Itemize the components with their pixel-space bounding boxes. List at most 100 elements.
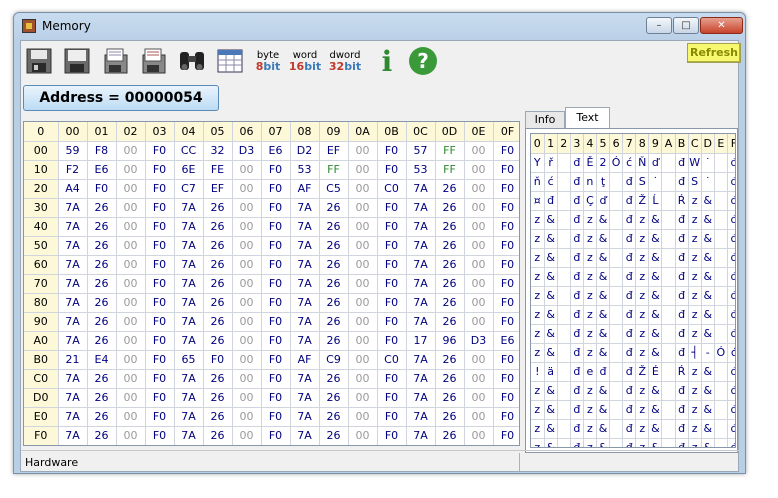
hex-byte-cell[interactable]: 00 xyxy=(464,255,494,275)
hex-byte-cell[interactable]: 7A xyxy=(174,426,204,445)
hex-byte-cell[interactable]: 7A xyxy=(174,236,204,256)
hex-byte-cell[interactable]: F0 xyxy=(145,141,175,161)
hex-byte-cell[interactable]: F0 xyxy=(493,236,519,256)
text-char-cell[interactable]: đ xyxy=(675,229,689,249)
text-char-cell[interactable] xyxy=(609,191,624,211)
text-char-cell[interactable]: ď xyxy=(596,191,611,211)
hex-byte-cell[interactable]: 26 xyxy=(87,426,117,445)
hex-byte-cell[interactable]: F0 xyxy=(377,141,407,161)
text-char-cell[interactable]: đ xyxy=(622,343,637,363)
text-char-cell[interactable] xyxy=(661,324,676,344)
text-char-cell[interactable]: z xyxy=(531,324,545,344)
text-char-cell[interactable]: đ xyxy=(727,229,735,249)
text-char-cell[interactable]: & xyxy=(701,419,715,439)
text-char-cell[interactable] xyxy=(661,381,676,401)
hex-byte-cell[interactable]: 00 xyxy=(464,141,494,161)
text-char-cell[interactable]: Ŕ xyxy=(675,362,689,382)
hex-byte-cell[interactable]: F0 xyxy=(145,312,175,332)
text-char-cell[interactable]: đ xyxy=(570,324,584,344)
text-char-cell[interactable]: đ xyxy=(675,153,689,173)
hex-byte-cell[interactable]: CC xyxy=(174,141,204,161)
hex-byte-cell[interactable]: 7A xyxy=(290,312,320,332)
text-char-cell[interactable]: đ xyxy=(622,324,637,344)
hex-byte-cell[interactable]: 7A xyxy=(406,369,436,389)
text-char-cell[interactable]: đ xyxy=(675,343,689,363)
info-icon[interactable]: i xyxy=(371,45,403,78)
text-char-cell[interactable] xyxy=(714,229,728,249)
text-char-cell[interactable]: z xyxy=(688,286,702,306)
hex-byte-cell[interactable]: 26 xyxy=(87,236,117,256)
text-char-cell[interactable]: Ç xyxy=(583,191,597,211)
hex-byte-cell[interactable]: 00 xyxy=(116,198,146,218)
hex-byte-cell[interactable]: 00 xyxy=(116,407,146,427)
text-char-cell[interactable]: É xyxy=(648,362,663,382)
text-char-cell[interactable] xyxy=(714,305,728,325)
hex-byte-cell[interactable]: F0 xyxy=(493,388,519,408)
hex-byte-cell[interactable]: 00 xyxy=(464,198,494,218)
hex-byte-cell[interactable]: F0 xyxy=(87,179,117,199)
text-char-cell[interactable]: z xyxy=(635,419,650,439)
hex-byte-cell[interactable]: 26 xyxy=(87,217,117,237)
hex-byte-cell[interactable]: EF xyxy=(203,179,233,199)
text-char-cell[interactable]: z xyxy=(583,438,597,447)
text-char-cell[interactable]: đ xyxy=(570,191,584,211)
hex-byte-cell[interactable]: 7A xyxy=(290,388,320,408)
text-char-cell[interactable]: & xyxy=(648,248,663,268)
hex-byte-cell[interactable]: 7A xyxy=(406,426,436,445)
hex-byte-cell[interactable]: 00 xyxy=(116,426,146,445)
text-char-cell[interactable]: z xyxy=(688,438,702,447)
text-char-cell[interactable]: đ xyxy=(727,191,735,211)
text-char-cell[interactable]: & xyxy=(544,343,558,363)
hex-byte-cell[interactable]: 26 xyxy=(435,312,465,332)
text-char-cell[interactable]: ¤ xyxy=(531,191,545,211)
text-char-cell[interactable]: đ xyxy=(622,172,637,192)
text-char-cell[interactable]: z xyxy=(635,267,650,287)
hex-byte-cell[interactable]: F0 xyxy=(377,217,407,237)
text-char-cell[interactable] xyxy=(661,419,676,439)
text-char-cell[interactable]: & xyxy=(544,248,558,268)
hex-byte-cell[interactable]: 00 xyxy=(232,236,262,256)
text-char-cell[interactable]: & xyxy=(596,381,611,401)
text-char-cell[interactable]: đ xyxy=(727,153,735,173)
text-char-cell[interactable] xyxy=(557,305,571,325)
text-char-cell[interactable]: & xyxy=(648,229,663,249)
hex-byte-cell[interactable]: 00 xyxy=(348,369,378,389)
text-char-cell[interactable]: z xyxy=(583,248,597,268)
text-char-cell[interactable]: & xyxy=(596,210,611,230)
text-char-cell[interactable]: & xyxy=(701,438,715,447)
text-char-cell[interactable]: Ĺ xyxy=(648,191,663,211)
hex-byte-cell[interactable]: 7A xyxy=(58,255,88,275)
text-char-cell[interactable]: ć xyxy=(544,172,558,192)
hex-byte-cell[interactable]: C7 xyxy=(174,179,204,199)
text-char-cell[interactable]: đ xyxy=(675,419,689,439)
text-char-cell[interactable] xyxy=(661,210,676,230)
hex-byte-cell[interactable]: 7A xyxy=(58,369,88,389)
text-char-cell[interactable]: Ž xyxy=(635,191,650,211)
hex-byte-cell[interactable]: 00 xyxy=(232,198,262,218)
hex-byte-cell[interactable]: 00 xyxy=(348,350,378,370)
hex-byte-cell[interactable]: 7A xyxy=(406,236,436,256)
text-char-cell[interactable] xyxy=(714,153,728,173)
hex-byte-cell[interactable]: 00 xyxy=(464,426,494,445)
hex-byte-cell[interactable]: 26 xyxy=(435,217,465,237)
text-char-cell[interactable]: ˙ xyxy=(648,172,663,192)
text-char-cell[interactable] xyxy=(714,438,728,447)
hex-byte-cell[interactable]: F0 xyxy=(493,141,519,161)
text-char-cell[interactable]: đ xyxy=(570,343,584,363)
text-char-cell[interactable]: đ xyxy=(622,419,637,439)
hex-byte-cell[interactable]: 7A xyxy=(290,331,320,351)
text-char-cell[interactable]: & xyxy=(648,324,663,344)
text-char-cell[interactable]: ć xyxy=(622,153,637,173)
text-char-cell[interactable]: đ xyxy=(570,362,584,382)
hex-byte-cell[interactable]: 6E xyxy=(174,160,204,180)
hex-byte-cell[interactable]: F0 xyxy=(377,160,407,180)
hex-byte-cell[interactable]: 26 xyxy=(319,331,349,351)
hex-byte-cell[interactable]: E6 xyxy=(87,160,117,180)
hex-byte-cell[interactable]: 26 xyxy=(87,293,117,313)
hex-byte-cell[interactable]: F0 xyxy=(377,369,407,389)
hex-byte-cell[interactable]: F0 xyxy=(145,426,175,445)
text-char-cell[interactable]: đ xyxy=(570,172,584,192)
hex-byte-cell[interactable]: F0 xyxy=(261,312,291,332)
hex-byte-cell[interactable]: F0 xyxy=(261,331,291,351)
hex-byte-cell[interactable]: AF xyxy=(290,350,320,370)
